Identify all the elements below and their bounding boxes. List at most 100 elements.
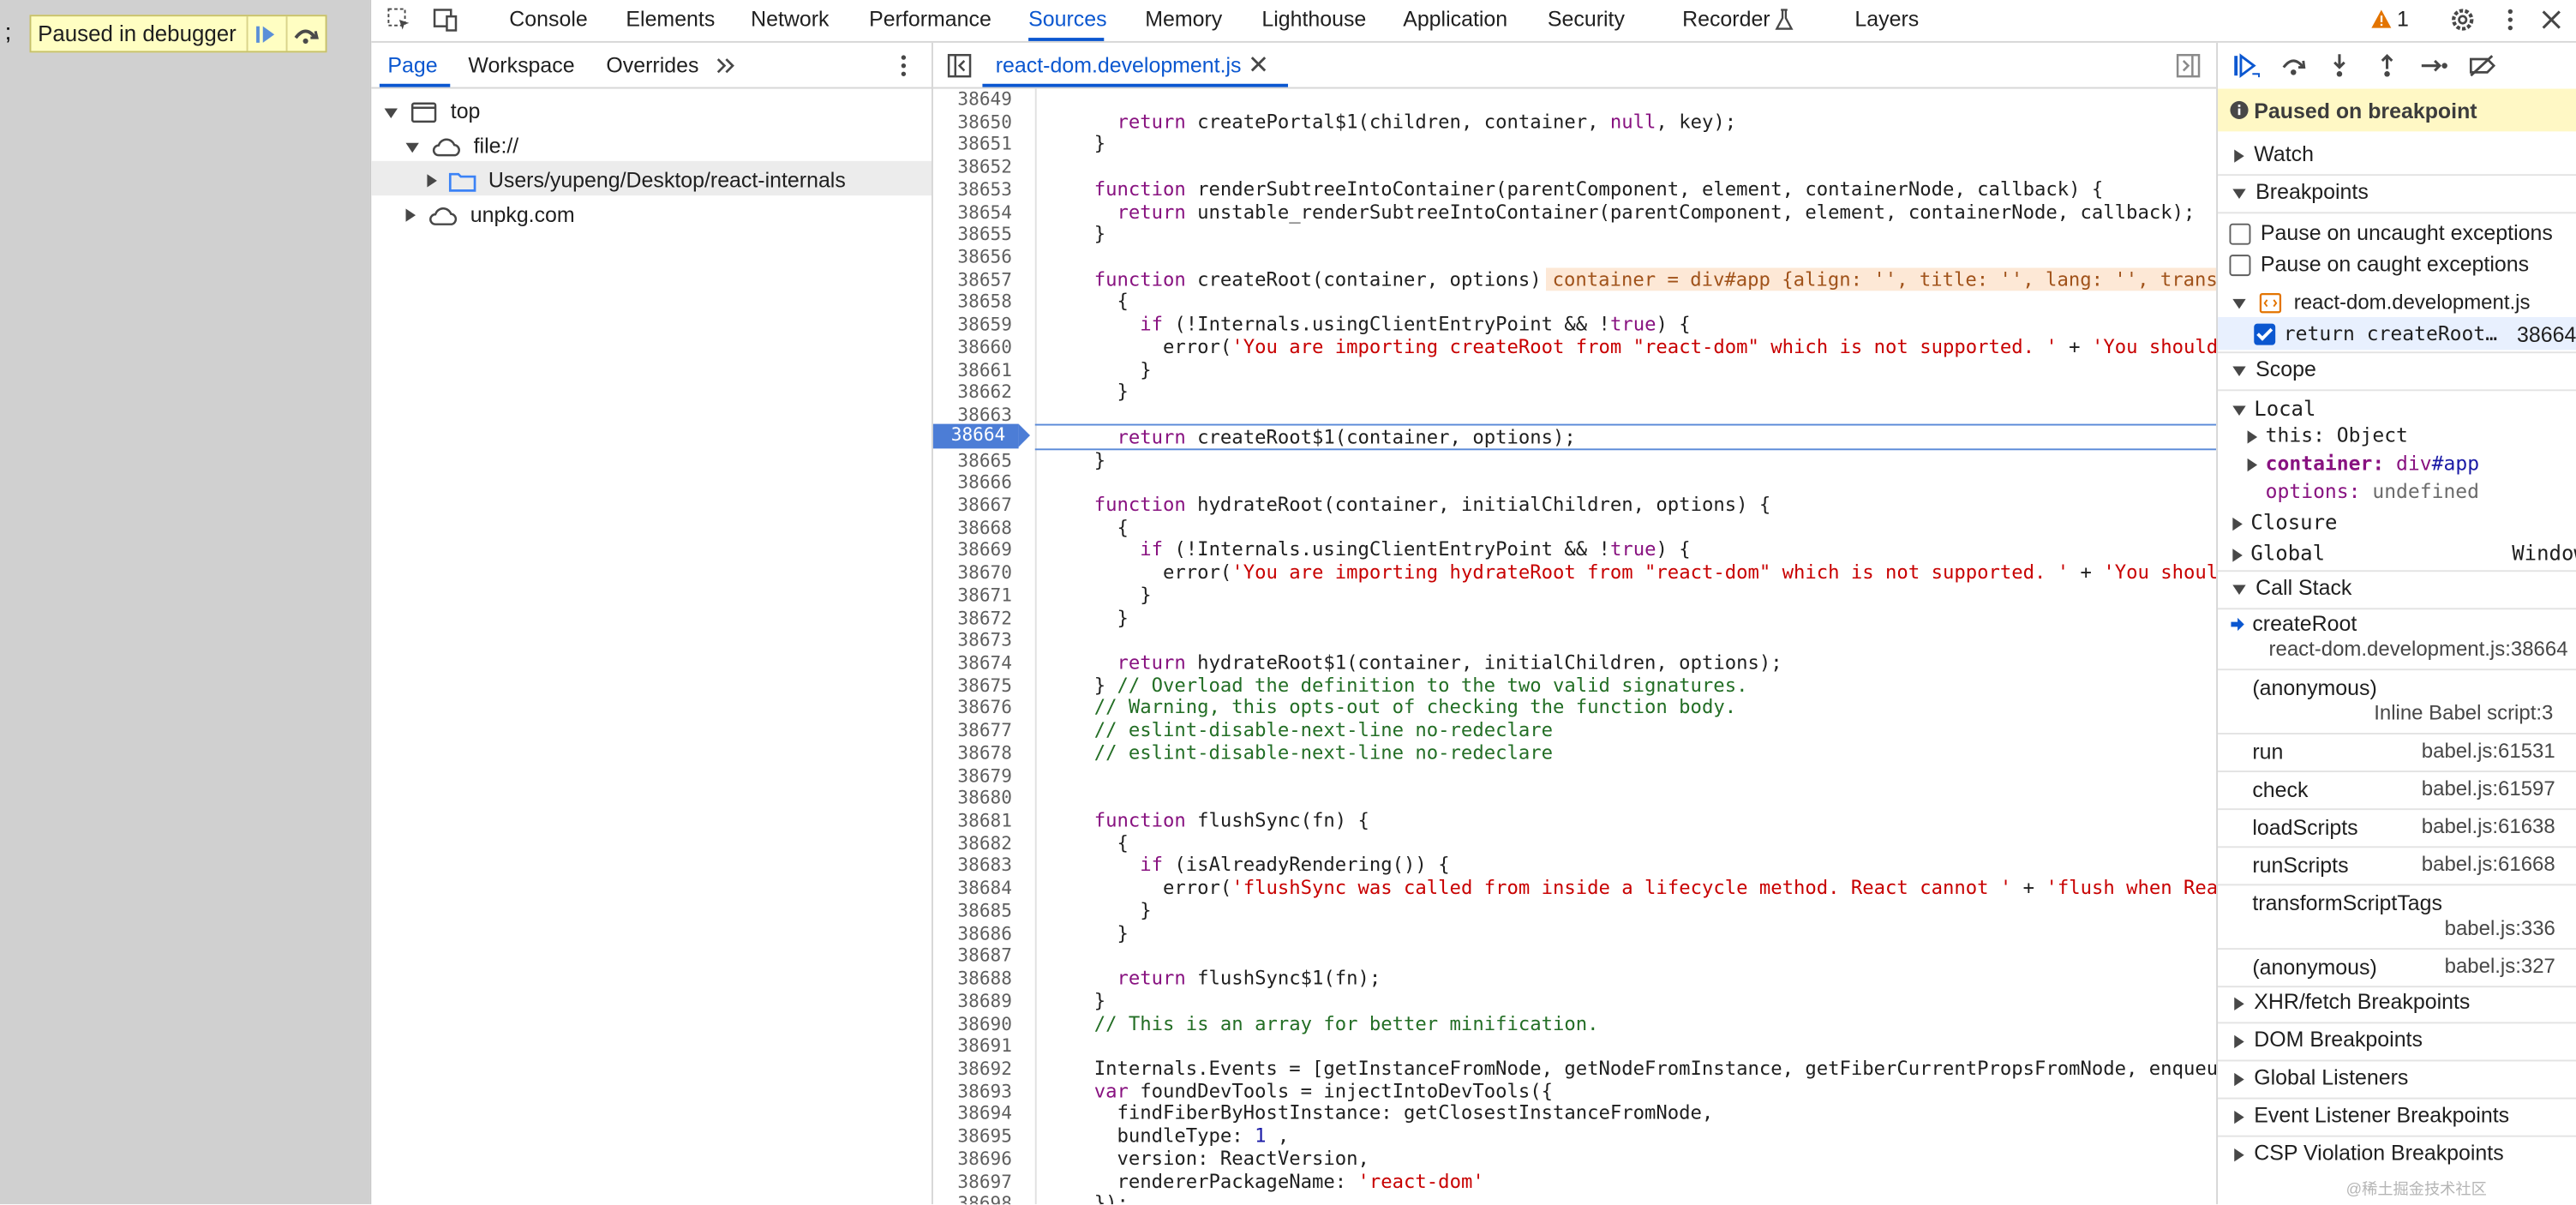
call-frame-current[interactable]: createRoot react-dom.development.js:3866… [2218,611,2576,667]
active-tab-indicator [1028,38,1105,41]
breakpoint-entry[interactable]: return createRoot… 38664 [2218,317,2576,351]
scope-var-options[interactable]: options: undefined [2266,480,2479,503]
resume-icon[interactable] [2232,52,2261,79]
divider [2218,948,2576,950]
checkbox[interactable] [2229,255,2251,277]
csp-breakpoints-header[interactable]: CSP Violation Breakpoints [2218,1140,2576,1165]
code-line: // eslint-disable-next-line no-redeclare [1093,718,1553,741]
call-stack-section-header[interactable]: Call Stack [2218,575,2576,600]
scope-global[interactable]: Global Window [2232,541,2576,565]
tree-item-unpkg[interactable]: unpkg.com [405,201,575,227]
code-line: } [1070,605,1129,629]
file-navigator: Page Workspace Overrides top file:// Use… [371,42,933,1205]
frame-name: (anonymous) [2252,674,2377,700]
toggle-debugger-sidebar-icon[interactable] [2175,52,2202,79]
xhr-breakpoints-header[interactable]: XHR/fetch Breakpoints [2218,989,2576,1014]
file-tab-label[interactable]: react-dom.development.js [996,52,1242,77]
pause-caught-checkbox[interactable]: Pause on caught exceptions [2229,251,2529,277]
breakpoints-section-header[interactable]: Breakpoints [2218,179,2576,204]
frame-location: babel.js:61597 [2421,776,2555,800]
tab-network[interactable]: Network [751,7,829,32]
expand-arrow-icon [2232,365,2246,376]
code-line: { [1070,290,1129,314]
tree-item-top[interactable]: top [384,99,480,123]
call-frame[interactable]: check babel.js:61597 [2218,777,2576,807]
pause-uncaught-checkbox[interactable]: Pause on uncaught exceptions [2229,220,2553,245]
step-into-icon[interactable] [2327,52,2353,79]
tab-security[interactable]: Security [1548,7,1625,32]
call-frame[interactable]: (anonymous) Inline Babel script:3 [2218,675,2576,731]
scope-local-header[interactable]: Local [2232,396,2315,421]
nav-tab-overrides[interactable]: Overrides [606,52,698,77]
device-toolbar-icon[interactable] [432,7,458,33]
tab-elements[interactable]: Elements [626,7,715,32]
global-listeners-label: Global Listeners [2254,1064,2409,1090]
main-tabbar: Console Elements Network Performance Sou… [371,0,2576,43]
tab-memory[interactable]: Memory [1145,7,1222,32]
nav-tab-page[interactable]: Page [387,52,437,77]
call-frame[interactable]: transformScriptTags babel.js:336 [2218,890,2576,946]
scope-closure[interactable]: Closure [2232,509,2337,534]
code-area[interactable]: return createPortal$1(children, containe… [933,89,2216,1204]
resume-button[interactable] [246,16,285,51]
step-over-icon[interactable] [2280,52,2307,79]
settings-gear-icon[interactable] [2449,7,2476,33]
expand-arrow-icon [384,108,398,119]
tab-application[interactable]: Application [1403,7,1507,32]
deactivate-breakpoints-icon[interactable] [2467,52,2497,79]
paused-overlay: Paused in debugger [29,15,327,53]
tree-label-file: file:// [473,133,519,159]
navigator-tabs: Page Workspace Overrides [371,43,932,89]
collapse-arrow-icon [2232,548,2243,561]
call-frame[interactable]: run babel.js:61531 [2218,740,2576,770]
step-over-button[interactable] [285,16,325,51]
editor-tabbar: react-dom.development.js [932,43,2217,89]
global-listeners-header[interactable]: Global Listeners [2218,1064,2576,1089]
tab-performance[interactable]: Performance [869,7,991,32]
csp-label: CSP Violation Breakpoints [2254,1140,2504,1166]
event-listener-label: Event Listener Breakpoints [2254,1102,2510,1128]
scope-key: this: [2265,423,2325,447]
step-out-icon[interactable] [2374,52,2400,79]
checkbox[interactable] [2229,223,2251,245]
more-vertical-icon[interactable] [2497,7,2524,33]
navigator-menu-icon[interactable] [890,52,917,79]
call-frame[interactable]: runScripts babel.js:61668 [2218,853,2576,883]
tab-console[interactable]: Console [509,7,587,32]
watch-section-header[interactable]: Watch [2218,141,2576,166]
code-line: rendererPackageName: 'react-dom' [1070,1169,1484,1192]
tab-recorder[interactable]: Recorder [1682,7,1770,32]
tree-item-file[interactable]: file:// [405,133,519,159]
inspect-element-icon[interactable] [386,7,413,33]
code-line: } [1070,222,1106,246]
more-tabs-chevron-icon[interactable] [713,52,740,79]
code-line: return unstable_renderSubtreeIntoContain… [1117,200,2196,223]
code-line: function flushSync(fn) { [1093,808,1369,832]
call-frame[interactable]: loadScripts babel.js:61638 [2218,815,2576,845]
code-line: return createRoot$1(container, options); [1117,425,1576,448]
scope-section-header[interactable]: Scope [2218,357,2576,381]
close-file-tab-icon[interactable] [1249,54,1268,74]
close-icon[interactable] [2538,7,2565,33]
breakpoint-checkbox[interactable] [2254,323,2276,345]
collapse-arrow-icon [405,208,416,222]
tab-layers[interactable]: Layers [1854,7,1919,32]
nav-tab-workspace[interactable]: Workspace [468,52,574,77]
dom-breakpoints-header[interactable]: DOM Breakpoints [2218,1027,2576,1052]
tree-label-unpkg: unpkg.com [470,201,575,227]
step-icon[interactable] [2420,52,2450,79]
scope-var-this[interactable]: this: Object [2247,423,2408,447]
breakpoints-label: Breakpoints [2255,178,2369,204]
paused-label: Paused in debugger [38,21,237,46]
tree-item-folder-row[interactable]: Users/yupeng/Desktop/react-internals [371,160,932,196]
code-line: function hydrateRoot(container, initialC… [1093,493,1771,516]
issues-count[interactable]: 1 [2397,7,2409,32]
event-listener-breakpoints-header[interactable]: Event Listener Breakpoints [2218,1102,2576,1127]
toggle-navigator-icon[interactable] [946,52,973,79]
scope-var-container[interactable]: container: div#app [2247,452,2479,475]
tab-sources[interactable]: Sources [1028,7,1106,32]
call-frame[interactable]: (anonymous) babel.js:327 [2218,955,2576,985]
tab-lighthouse[interactable]: Lighthouse [1261,7,1366,32]
page-text: ; [4,18,12,45]
breakpoint-file-group[interactable]: react-dom.development.js [2232,289,2530,314]
